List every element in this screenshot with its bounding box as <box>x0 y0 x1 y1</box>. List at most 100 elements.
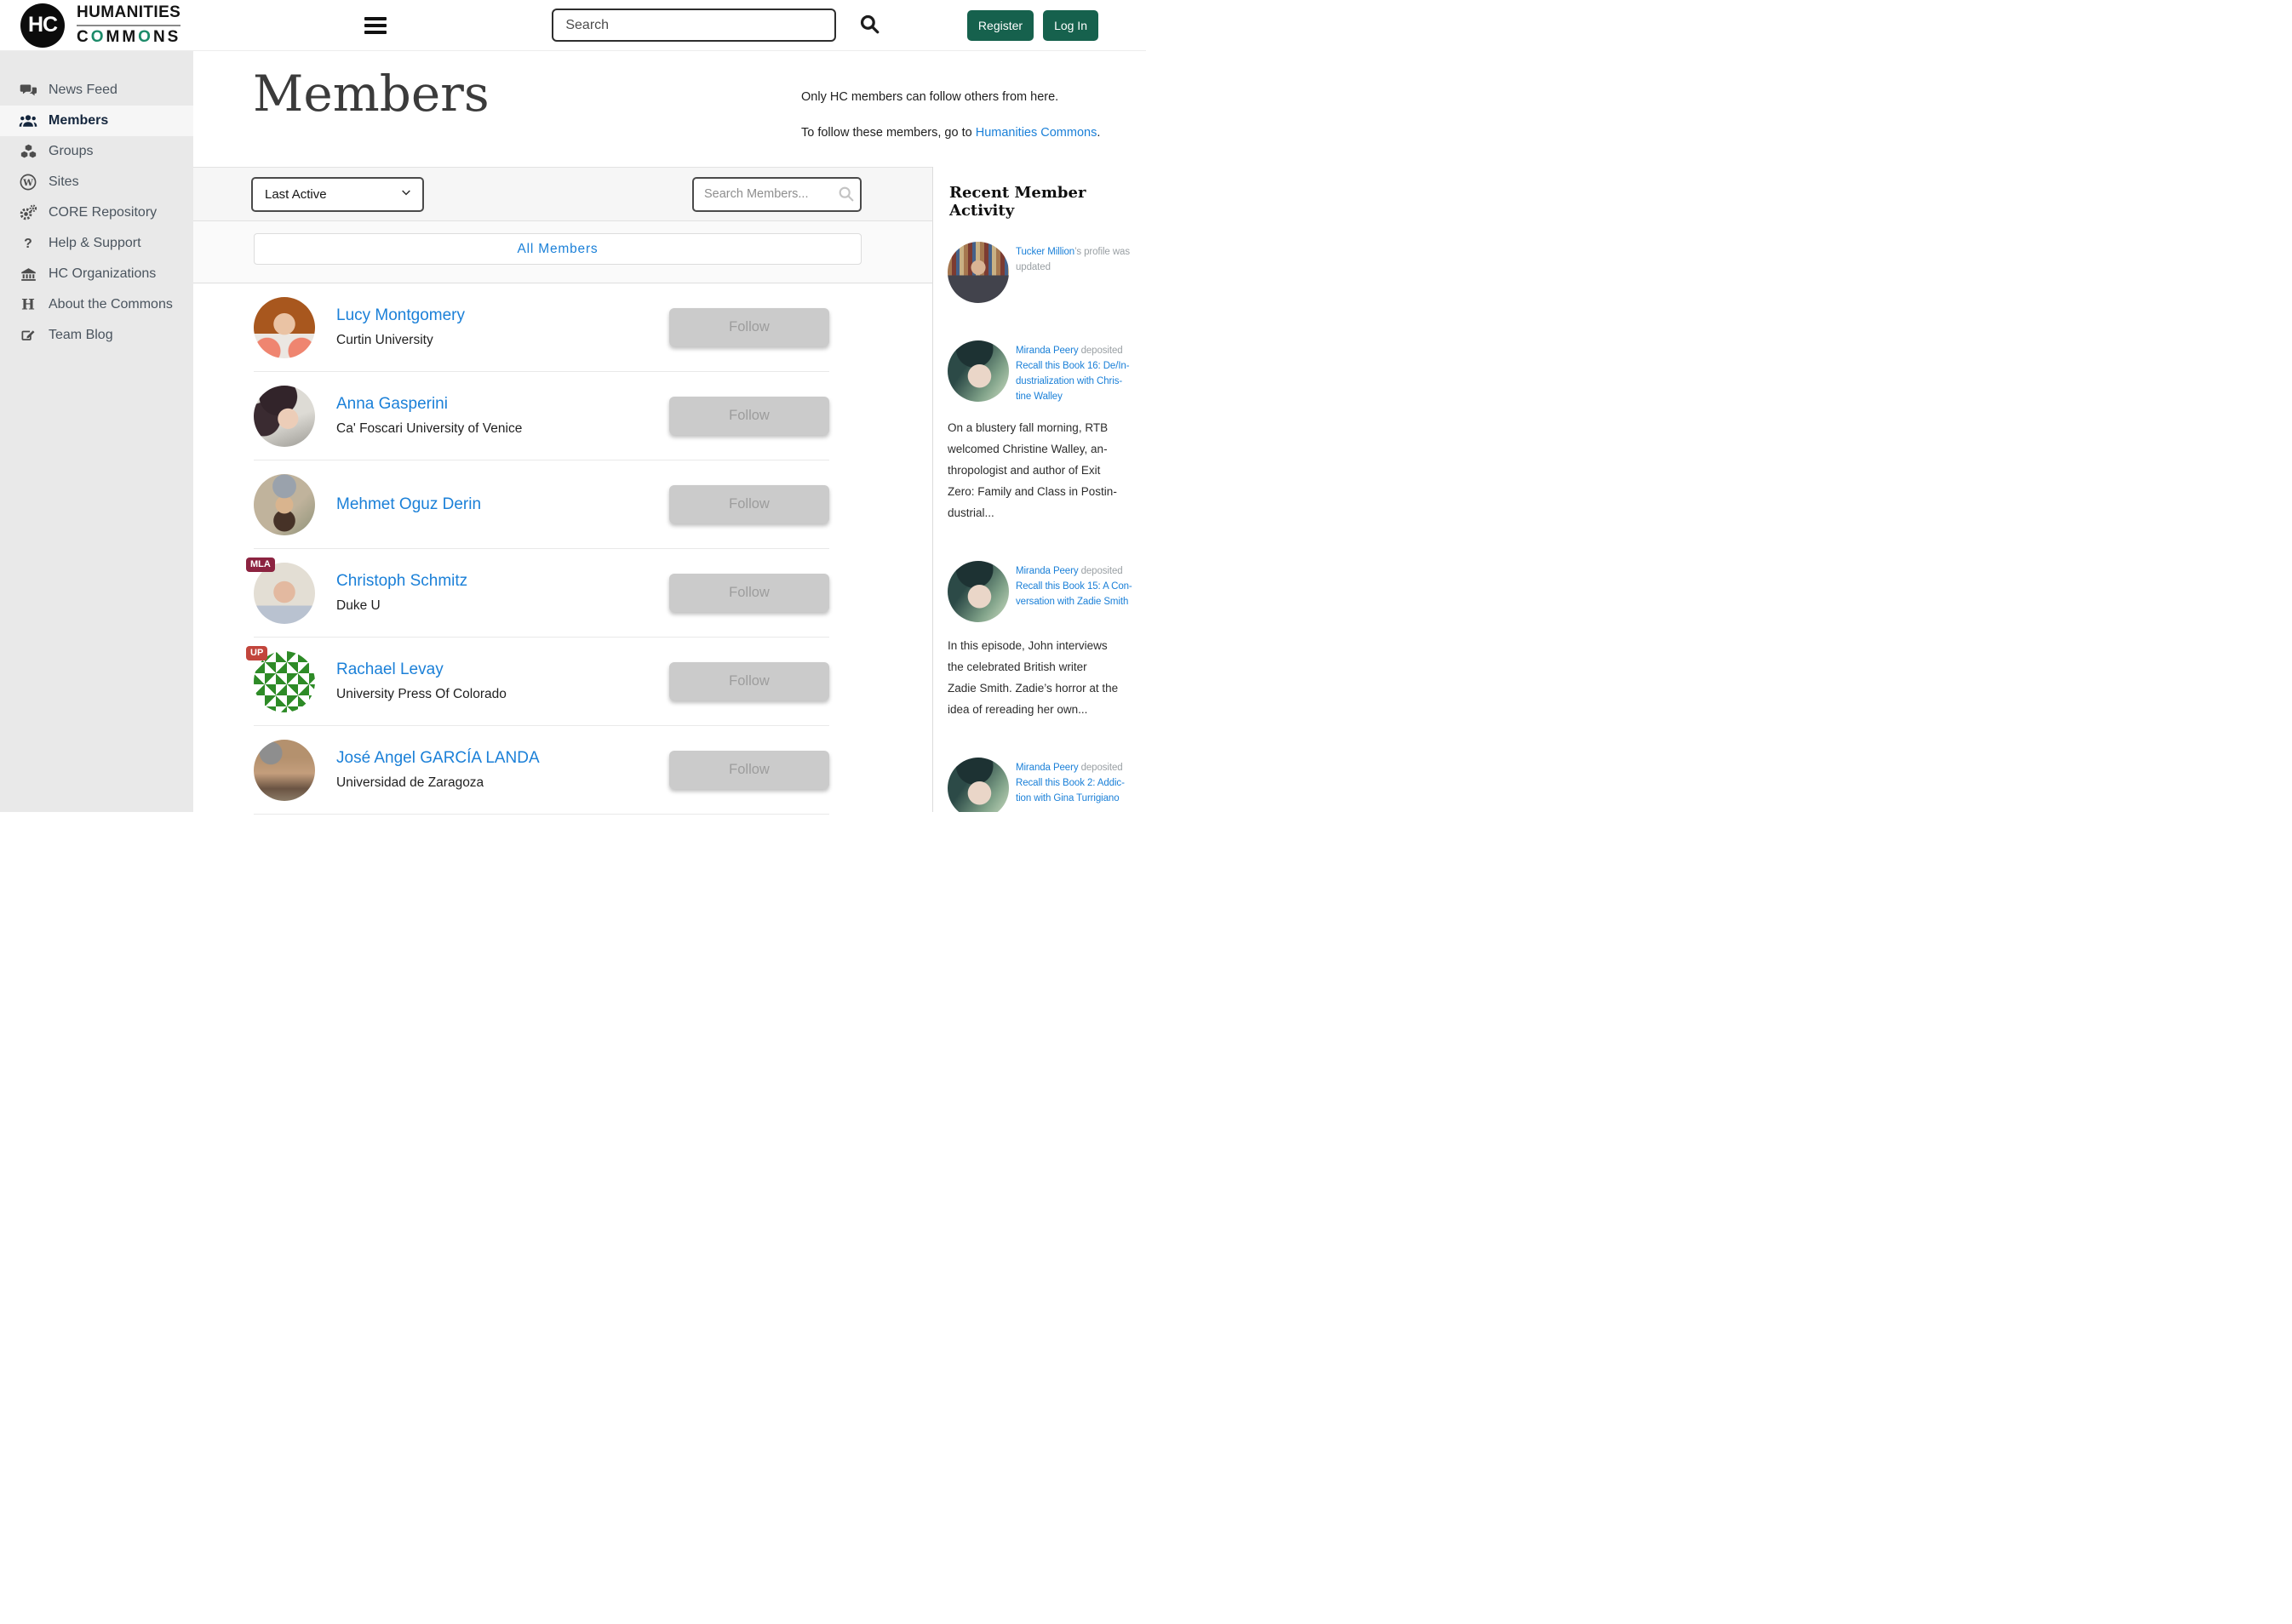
follow-button[interactable]: Follow <box>669 574 829 612</box>
activity-avatar[interactable] <box>948 242 1009 303</box>
sort-select[interactable]: Last Active <box>251 177 424 212</box>
activity-avatar[interactable] <box>948 561 1009 622</box>
member-info: Anna Gasperini Ca' Foscari University of… <box>336 395 669 437</box>
svg-text:H: H <box>21 296 35 312</box>
activity-head: Tucker Million’s profile was updated <box>948 242 1137 303</box>
follow-button[interactable]: Follow <box>669 662 829 700</box>
sidebar-item-label: Sites <box>49 174 79 190</box>
activity-actor-link[interactable]: Miranda Peery <box>1016 763 1078 773</box>
tab-all-members[interactable]: All Members <box>254 233 862 265</box>
activity-head: Miranda Peery deposited Recall this Book… <box>948 561 1137 622</box>
sidebar-item-team-blog[interactable]: Team Blog <box>0 320 193 351</box>
member-avatar[interactable] <box>254 474 315 535</box>
member-name-link[interactable]: José Angel GARCÍA LANDA <box>336 749 540 768</box>
svg-text:?: ? <box>24 237 32 251</box>
gears-icon <box>17 203 39 222</box>
member-avatar[interactable] <box>254 297 315 358</box>
sidebar-item-members[interactable]: Members <box>0 106 193 136</box>
h-icon: H <box>17 296 39 313</box>
bank-icon <box>17 266 39 283</box>
member-name-link[interactable]: Lucy Montgomery <box>336 306 465 325</box>
member-affiliation: Curtin University <box>336 333 669 348</box>
member-avatar[interactable] <box>254 386 315 447</box>
content-area: Members Only HC members can follow other… <box>193 51 1146 812</box>
humanities-commons-link[interactable]: Humanities Commons <box>976 126 1097 140</box>
follow-button[interactable]: Follow <box>669 397 829 435</box>
note-line2-suffix: . <box>1097 126 1100 140</box>
note-line1: Only HC members can follow others from h… <box>801 89 1100 106</box>
member-name-link[interactable]: Christoph Schmitz <box>336 572 467 591</box>
follow-button[interactable]: Follow <box>669 485 829 523</box>
page: { "header": { "logo": {"monogram": "HC",… <box>0 0 1146 812</box>
activity-title-link[interactable]: Recall this Book 16: De/In- dustrializat… <box>1016 361 1129 402</box>
sort-selected-value: Last Active <box>265 187 327 202</box>
activity-title-link[interactable]: Recall this Book 15: A Con- versation wi… <box>1016 581 1132 607</box>
login-button[interactable]: Log In <box>1043 10 1098 41</box>
activity-item: Miranda Peery deposited Recall this Book… <box>948 758 1137 812</box>
activity-text: Tucker Million’s profile was updated <box>1016 244 1130 275</box>
sidebar-item-core-repository[interactable]: CORE Repository <box>0 197 193 228</box>
sidebar-item-about-the-commons[interactable]: H About the Commons <box>0 289 193 320</box>
menu-toggle-button[interactable] <box>361 14 390 37</box>
chevron-down-icon <box>399 186 413 203</box>
member-affiliation: Ca' Foscari University of Venice <box>336 421 669 437</box>
note-line2: To follow these members, go to Humanitie… <box>801 124 1100 141</box>
sidebar-nav: News Feed Members Groups W Sites CORE Re… <box>0 51 193 812</box>
activity-excerpt: On a blustery fall morning, RTB welcomed… <box>948 417 1137 523</box>
member-info: José Angel GARCÍA LANDA Universidad de Z… <box>336 749 669 791</box>
member-avatar[interactable] <box>254 740 315 801</box>
sidebar-item-hc-organizations[interactable]: HC Organizations <box>0 259 193 289</box>
sidebar-item-label: Groups <box>49 144 93 159</box>
sidebar-item-label: Help & Support <box>49 236 141 251</box>
activity-head: Miranda Peery deposited Recall this Book… <box>948 758 1137 812</box>
activity-heading: Recent Member Activity <box>949 184 1137 220</box>
hc-monogram-text: HC <box>28 13 57 37</box>
activity-actor-link[interactable]: Miranda Peery <box>1016 566 1078 576</box>
activity-item: Miranda Peery deposited Recall this Book… <box>948 561 1137 720</box>
sidebar-item-groups[interactable]: Groups <box>0 136 193 167</box>
activity-actor-link[interactable]: Tucker Million <box>1016 247 1074 257</box>
follow-button[interactable]: Follow <box>669 751 829 789</box>
member-avatar[interactable]: UP <box>254 651 315 712</box>
activity-item: Tucker Million’s profile was updated <box>948 242 1137 303</box>
sidebar-item-sites[interactable]: W Sites <box>0 167 193 197</box>
member-row: MLA Christoph Schmitz Duke U Follow <box>254 549 829 638</box>
activity-text: Miranda Peery deposited Recall this Book… <box>1016 343 1129 404</box>
logo-wordmark: HUMANITIES COMMONS <box>77 3 180 47</box>
member-name-link[interactable]: Anna Gasperini <box>336 395 448 414</box>
wordpress-icon: W <box>17 173 39 192</box>
sidebar-item-news-feed[interactable]: News Feed <box>0 75 193 106</box>
activity-item: Miranda Peery deposited Recall this Book… <box>948 340 1137 523</box>
cubes-icon <box>17 143 39 161</box>
member-info: Mehmet Oguz Derin <box>336 495 669 514</box>
member-avatar[interactable]: MLA <box>254 563 315 624</box>
top-header: HC HUMANITIES COMMONS Register Log In <box>0 0 1146 51</box>
comments-icon <box>17 82 39 100</box>
logo-line1: HUMANITIES <box>77 3 180 26</box>
activity-actor-link[interactable]: Miranda Peery <box>1016 346 1078 356</box>
sidebar-item-help-support[interactable]: ? Help & Support <box>0 228 193 259</box>
sidebar-item-label: About the Commons <box>49 297 173 312</box>
follow-button[interactable]: Follow <box>669 308 829 346</box>
question-icon: ? <box>17 235 39 252</box>
activity-avatar[interactable] <box>948 758 1009 812</box>
edit-icon <box>17 327 39 344</box>
app-body: News Feed Members Groups W Sites CORE Re… <box>0 51 1146 812</box>
header-search-input[interactable] <box>552 9 836 42</box>
activity-avatar[interactable] <box>948 340 1009 402</box>
sidebar-item-label: HC Organizations <box>49 266 156 282</box>
activity-title-link[interactable]: Recall this Book 2: Addic- tion with Gin… <box>1016 778 1125 803</box>
member-info: Rachael Levay University Press Of Colora… <box>336 660 669 702</box>
site-logo[interactable]: HC HUMANITIES COMMONS <box>20 3 180 48</box>
register-button[interactable]: Register <box>967 10 1034 41</box>
up-badge: UP <box>246 646 267 660</box>
member-name-link[interactable]: Rachael Levay <box>336 660 444 679</box>
header-search-button[interactable] <box>858 13 880 37</box>
member-name-link[interactable]: Mehmet Oguz Derin <box>336 495 481 514</box>
title-band: Members Only HC members can follow other… <box>193 51 1146 167</box>
member-affiliation: Duke U <box>336 598 669 614</box>
member-affiliation: University Press Of Colorado <box>336 687 669 702</box>
sidebar-item-label: Team Blog <box>49 328 113 343</box>
members-icon <box>17 112 39 130</box>
activity-head: Miranda Peery deposited Recall this Book… <box>948 340 1137 404</box>
